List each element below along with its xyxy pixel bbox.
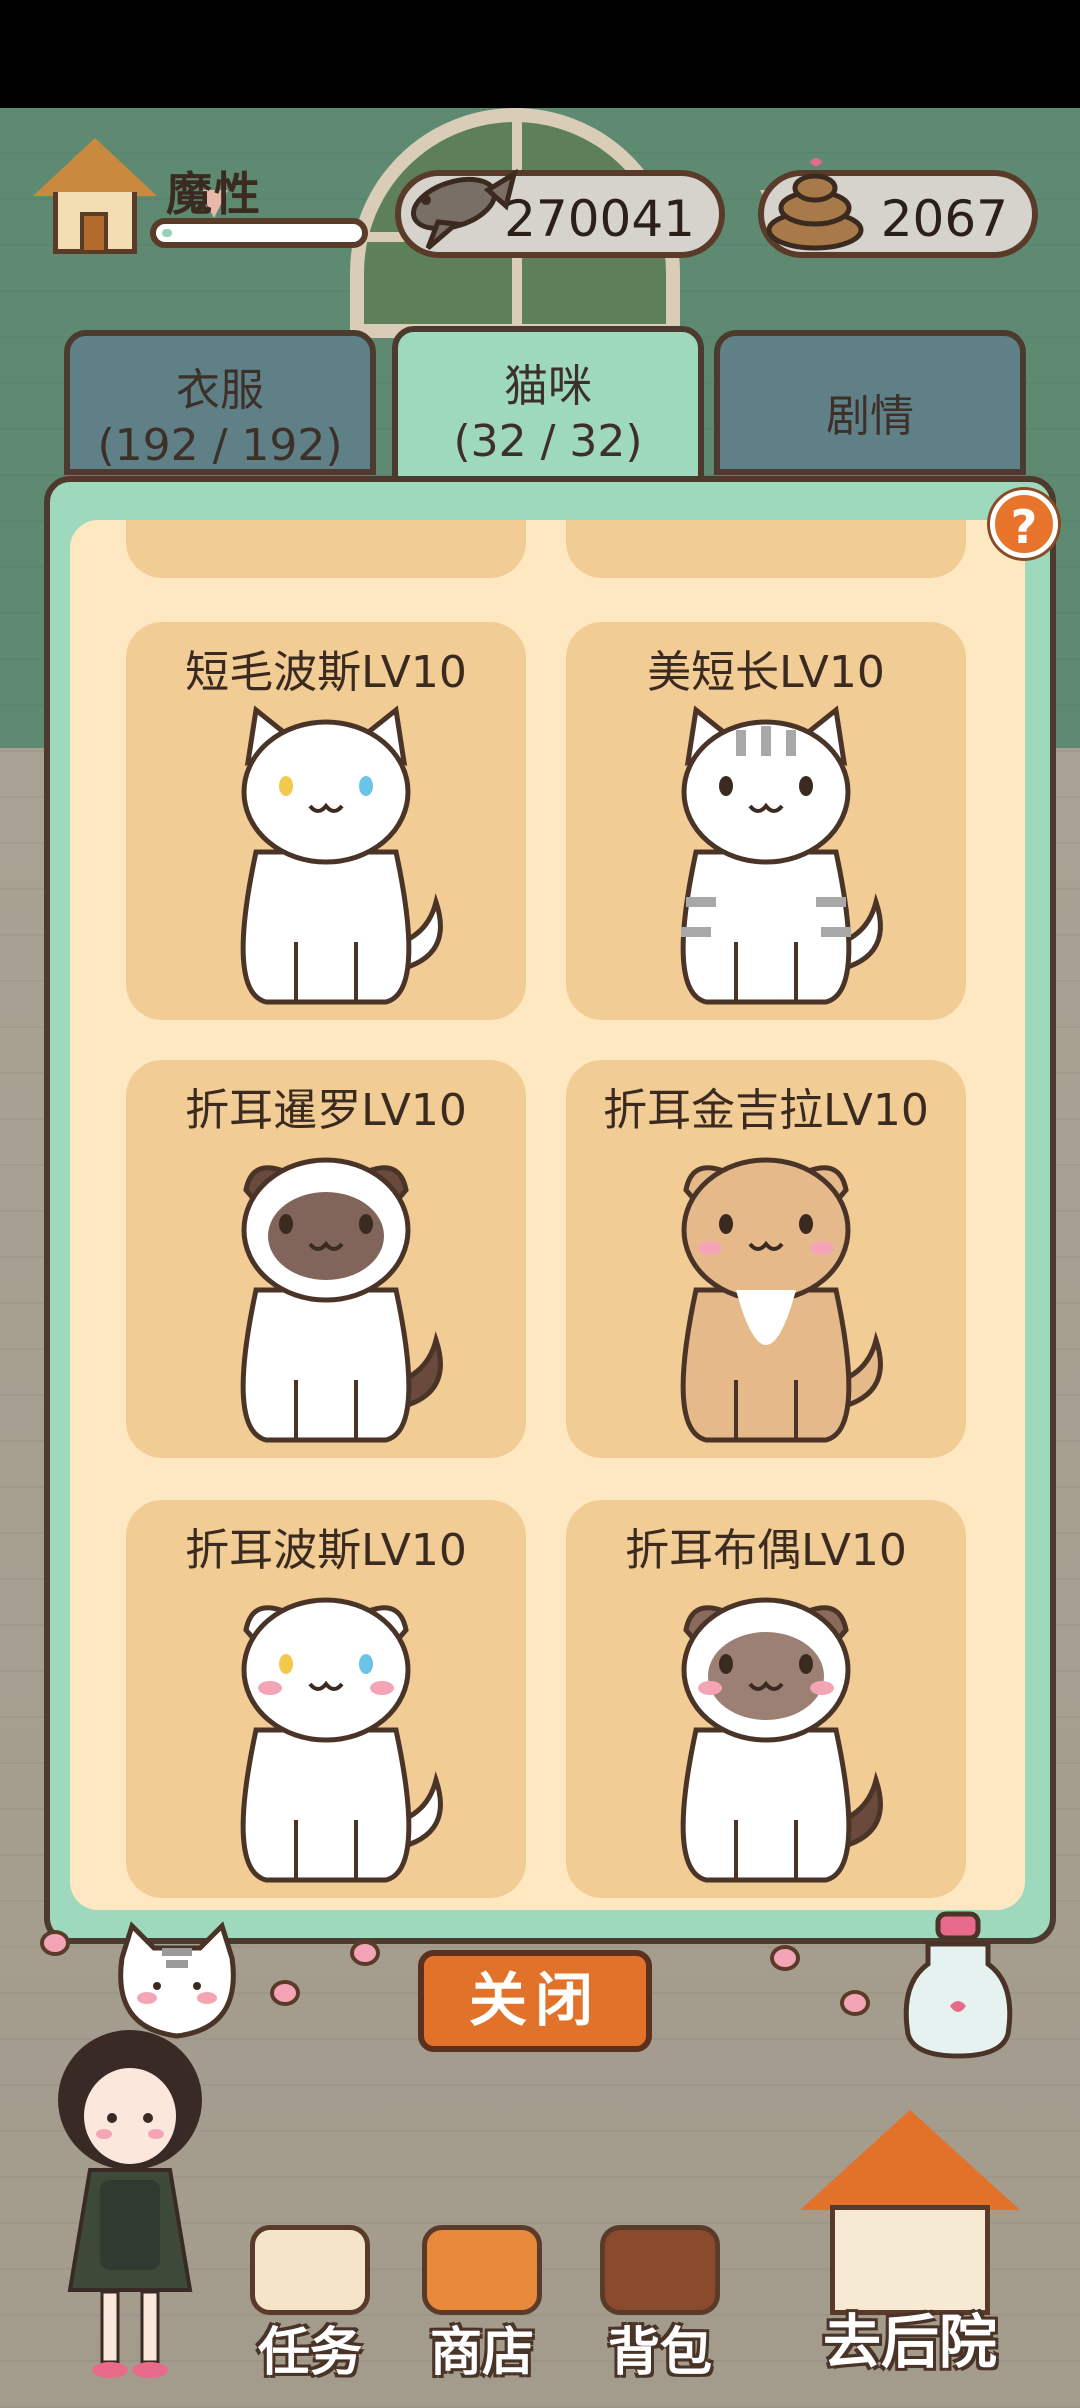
cat-card-partial[interactable]: [566, 520, 966, 578]
nav-shop[interactable]: 商店: [412, 2225, 552, 2383]
cat-card[interactable]: 折耳布偶LV10: [566, 1500, 966, 1898]
tab-clothes-title: 衣服: [176, 365, 264, 416]
cat-eye: [279, 776, 293, 796]
tab-cats-count: (32 / 32): [453, 416, 643, 467]
nav-backpack[interactable]: 背包: [590, 2225, 730, 2383]
cat-eye: [719, 1654, 733, 1674]
paw-decoration: [350, 1940, 380, 1966]
backyard-label: 去后院: [822, 2308, 997, 2376]
cat-card[interactable]: 折耳暹罗LV10: [126, 1060, 526, 1458]
poop-count: 2067: [880, 190, 1008, 248]
cat-name: 折耳布偶LV10: [625, 1525, 907, 1576]
cat-eye: [359, 1214, 373, 1234]
player-name: 魔性: [166, 167, 262, 221]
fish-icon: [410, 168, 518, 250]
backpack-icon: [600, 2225, 720, 2315]
xp-progress-bar: [150, 218, 368, 248]
cat-blush: [698, 1681, 722, 1695]
paw-decoration: [270, 1980, 300, 2006]
cat-eye: [799, 1654, 813, 1674]
cat-blush: [258, 1681, 282, 1695]
cat-name: 美短长LV10: [647, 647, 885, 698]
potion-bottle-icon[interactable]: [898, 1910, 1018, 2060]
cat-body: [240, 849, 412, 1005]
tab-clothes-count: (192 / 192): [97, 420, 343, 471]
help-button[interactable]: ?: [990, 490, 1058, 558]
paw-decoration: [840, 1990, 870, 2016]
cat-head: [241, 719, 411, 865]
cat-eye: [719, 776, 733, 796]
status-bar: [0, 0, 1080, 108]
cat-name: 折耳金吉拉LV10: [603, 1085, 929, 1136]
task-icon: [250, 2225, 370, 2315]
cat-eye: [359, 1654, 373, 1674]
cat-illustration: [680, 1157, 883, 1443]
shop-icon: [422, 2225, 542, 2315]
cat-blush: [370, 1681, 394, 1695]
cat-card[interactable]: 美短长LV10: [566, 622, 966, 1020]
cat-name: 短毛波斯LV10: [185, 647, 467, 698]
nav-backpack-label: 背包: [607, 2323, 712, 2383]
cat-eye: [719, 1214, 733, 1234]
cat-illustration: [240, 1157, 443, 1443]
cat-eye: [279, 1654, 293, 1674]
cat-name: 折耳波斯LV10: [185, 1525, 467, 1576]
tab-cats-title: 猫咪: [504, 361, 592, 412]
backyard-button[interactable]: 去后院: [760, 2110, 1060, 2380]
cat-blush: [810, 1241, 834, 1255]
cat-face-mask: [268, 1192, 384, 1280]
cat-head: [681, 1157, 851, 1303]
cat-body: [240, 1287, 412, 1443]
cat-body: [680, 1727, 852, 1883]
cat-eye: [799, 1214, 813, 1234]
cat-illustration: [240, 1597, 443, 1883]
cat-eye: [359, 776, 373, 796]
tab-cats[interactable]: 猫咪 (32 / 32): [392, 326, 704, 486]
player-character[interactable]: [30, 2020, 240, 2390]
cat-illustration: [240, 705, 443, 1005]
cat-head: [241, 1597, 411, 1743]
home-level-icon[interactable]: [28, 130, 158, 260]
tab-story[interactable]: 剧情: [714, 330, 1026, 475]
cat-card[interactable]: 折耳波斯LV10: [126, 1500, 526, 1898]
tab-clothes[interactable]: 衣服 (192 / 192): [64, 330, 376, 475]
paw-decoration: [770, 1945, 800, 1971]
paw-decoration: [40, 1930, 70, 1956]
cat-card[interactable]: 短毛波斯LV10: [126, 622, 526, 1020]
cat-blush: [810, 1681, 834, 1695]
nav-task-label: 任务: [257, 2323, 362, 2383]
tab-story-title: 剧情: [826, 391, 914, 442]
cat-card[interactable]: 折耳金吉拉LV10: [566, 1060, 966, 1458]
cat-illustration: [680, 705, 883, 1005]
poop-icon: [766, 158, 864, 251]
cat-body: [240, 1727, 412, 1883]
cat-eye: [279, 1214, 293, 1234]
fish-count: 270041: [504, 190, 695, 248]
nav-task[interactable]: 任务: [240, 2225, 380, 2383]
cat-face-mask: [708, 1632, 824, 1720]
close-button[interactable]: 关闭: [418, 1950, 652, 2052]
cat-blush: [698, 1241, 722, 1255]
cat-eye: [799, 776, 813, 796]
cat-collection-grid[interactable]: 短毛波斯LV10 美短长LV10 折耳暹罗LV10 折耳金吉拉LV10 折耳波斯…: [70, 520, 1025, 1910]
backyard-house-icon: [800, 2110, 1020, 2210]
nav-shop-label: 商店: [429, 2323, 534, 2383]
cat-name: 折耳暹罗LV10: [185, 1085, 467, 1136]
cat-illustration: [680, 1597, 883, 1883]
cat-card-partial[interactable]: [126, 520, 526, 578]
